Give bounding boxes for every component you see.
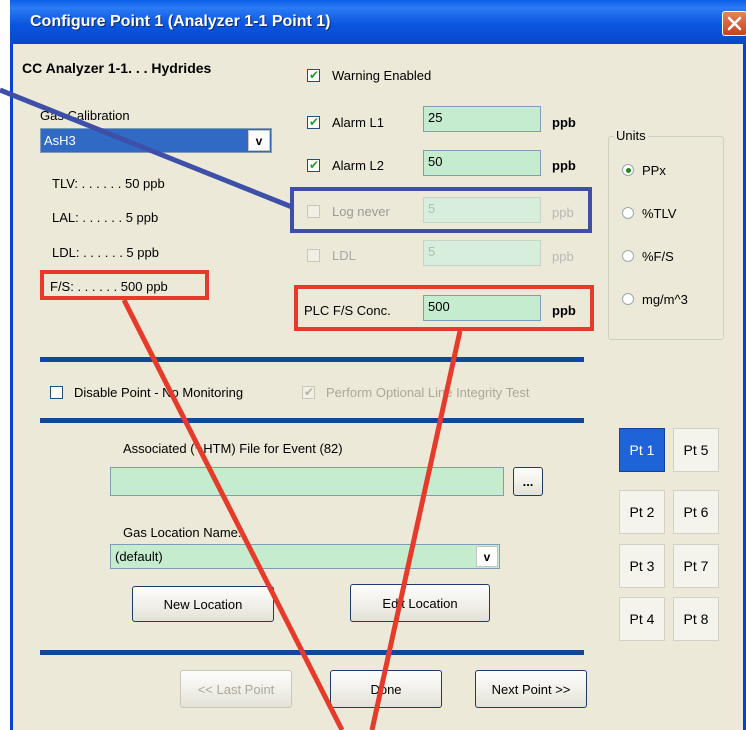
done-button[interactable]: Done <box>330 670 442 708</box>
alarm-l1-input[interactable]: 25 <box>423 106 541 132</box>
fs-highlight <box>40 270 209 300</box>
point-button-5[interactable]: Pt 5 <box>673 428 719 472</box>
last-point-button[interactable]: << Last Point <box>180 670 292 708</box>
units-radio-fs[interactable] <box>622 250 634 262</box>
alarm-l1-label: Alarm L1 <box>332 115 385 130</box>
units-option-mgm3: mg/m^3 <box>642 292 688 307</box>
units-option-fs: %F/S <box>642 249 674 264</box>
units-option-tlv: %TLV <box>642 206 677 221</box>
point-button-8[interactable]: Pt 8 <box>673 597 719 641</box>
gas-location-label: Gas Location Name: <box>123 525 242 540</box>
check-icon: ✔ <box>304 385 315 399</box>
point-button-4[interactable]: Pt 4 <box>619 597 665 641</box>
close-icon <box>727 16 742 31</box>
check-icon: ✔ <box>309 68 320 82</box>
line-integrity-checkbox[interactable]: ✔ <box>302 386 315 399</box>
browse-button[interactable]: ... <box>513 467 543 496</box>
ldl-input[interactable]: 5 <box>423 240 541 266</box>
warning-enabled-label: Warning Enabled <box>332 68 432 83</box>
check-icon: ✔ <box>309 158 320 172</box>
ldl-label: LDL <box>332 248 356 263</box>
separator <box>40 418 584 423</box>
point-button-6[interactable]: Pt 6 <box>673 490 719 534</box>
point-button-3[interactable]: Pt 3 <box>619 544 665 588</box>
window-title: Configure Point 1 (Analyzer 1-1 Point 1) <box>30 13 331 30</box>
event-file-input[interactable] <box>110 467 504 496</box>
new-location-button[interactable]: New Location <box>132 586 274 622</box>
log-never-highlight <box>290 187 592 233</box>
gas-calibration-value: AsH3 <box>44 133 76 148</box>
next-point-button[interactable]: Next Point >> <box>475 670 587 708</box>
units-radio-ppx[interactable] <box>622 164 634 176</box>
event-file-label: Associated (*.HTM) File for Event (82) <box>123 441 343 456</box>
edit-location-button[interactable]: Edit Location <box>350 584 490 622</box>
alarm-l1-checkbox[interactable]: ✔ <box>307 116 320 129</box>
gas-calibration-select[interactable]: AsH3 v <box>40 128 272 153</box>
units-radio-tlv[interactable] <box>622 207 634 219</box>
close-button[interactable] <box>722 11 746 36</box>
gas-calibration-label: Gas Calibration <box>40 108 130 123</box>
separator <box>40 650 584 655</box>
units-label: Units <box>614 128 648 143</box>
alarm-l2-unit: ppb <box>552 158 576 173</box>
disable-point-checkbox[interactable] <box>50 386 63 399</box>
chevron-down-icon[interactable]: v <box>476 546 498 567</box>
gas-location-value: (default) <box>115 549 163 564</box>
units-option-ppx: PPx <box>642 163 666 178</box>
point-button-1[interactable]: Pt 1 <box>619 428 665 472</box>
alarm-l1-unit: ppb <box>552 115 576 130</box>
chevron-down-icon[interactable]: v <box>248 130 270 151</box>
disable-point-label: Disable Point - No Monitoring <box>74 385 244 400</box>
point-button-2[interactable]: Pt 2 <box>619 490 665 534</box>
tlv-value: TLV: . . . . . . 50 ppb <box>52 176 165 191</box>
plc-fs-highlight <box>294 285 594 331</box>
point-button-7[interactable]: Pt 7 <box>673 544 719 588</box>
lal-value: LAL: . . . . . . 5 ppb <box>52 210 159 225</box>
units-radio-mgm3[interactable] <box>622 293 634 305</box>
ldl-unit: ppb <box>552 249 574 264</box>
title-bar: Configure Point 1 (Analyzer 1-1 Point 1) <box>10 0 746 44</box>
alarm-l2-checkbox[interactable]: ✔ <box>307 159 320 172</box>
check-icon: ✔ <box>309 115 320 129</box>
gas-location-select[interactable]: (default) v <box>110 544 500 569</box>
separator <box>40 357 584 362</box>
line-integrity-label: Perform Optional Line Integrity Test <box>326 385 530 400</box>
alarm-l2-label: Alarm L2 <box>332 158 385 173</box>
ldl-value: LDL: . . . . . . 5 ppb <box>52 245 159 260</box>
ldl-checkbox[interactable] <box>307 249 320 262</box>
alarm-l2-input[interactable]: 50 <box>423 150 541 176</box>
warning-enabled-checkbox[interactable]: ✔ <box>307 69 320 82</box>
analyzer-label: CC Analyzer 1-1. . . Hydrides <box>22 60 212 76</box>
